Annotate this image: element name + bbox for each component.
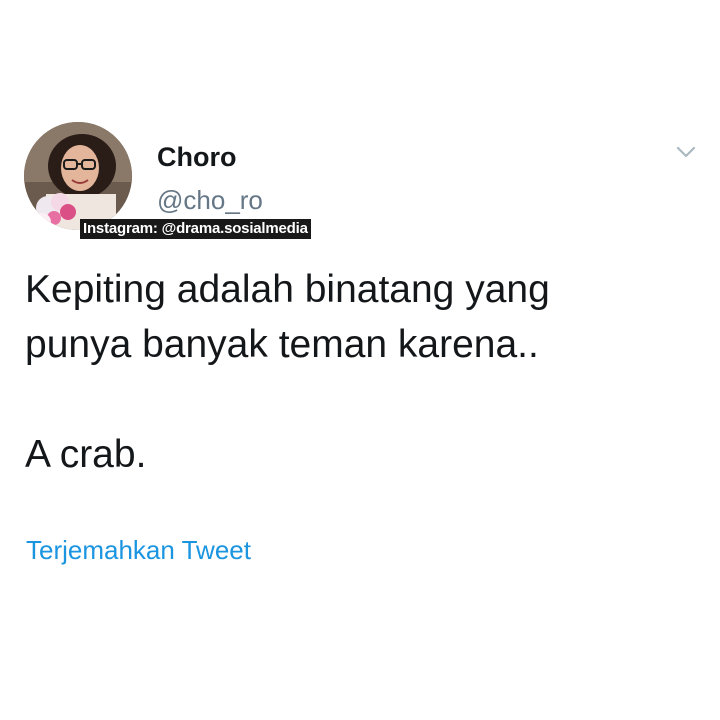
- display-name[interactable]: Choro: [157, 142, 236, 173]
- watermark: Instagram: @drama.sosialmedia: [80, 219, 311, 239]
- avatar[interactable]: [24, 122, 132, 230]
- translate-tweet-link[interactable]: Terjemahkan Tweet: [26, 535, 251, 566]
- chevron-down-icon[interactable]: [672, 140, 700, 164]
- tweet-text: Kepiting adalah binatang yang punya bany…: [25, 268, 550, 476]
- user-handle: @cho_ro: [157, 185, 263, 215]
- tweet-card: Choro @cho_ro Instagram: @drama.sosialme…: [0, 0, 720, 720]
